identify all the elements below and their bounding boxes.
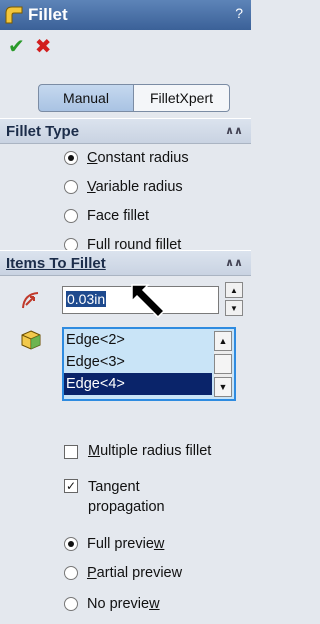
radio-button-icon[interactable] [64,151,78,165]
cancel-x-icon[interactable]: ✖ [35,37,52,57]
help-button[interactable]: ? [235,5,243,21]
list-item[interactable]: Edge<2> [64,329,234,351]
radio-partial-preview[interactable]: Partial preview [64,565,182,581]
collapse-chevron-icon[interactable]: ∧∧ [225,124,243,137]
edges-scrollbar[interactable]: ▲ ▼ [214,331,232,397]
edges-list[interactable]: Edge<2> Edge<3> Edge<4> ▲ ▼ [62,327,236,401]
scroll-down-icon[interactable]: ▼ [214,377,232,397]
radio-label: Partial preview [87,565,183,581]
tab-filletxpert[interactable]: FilletXpert [134,84,230,112]
section-title: Fillet Type [6,122,80,140]
radius-value: 0.03in [66,291,107,307]
checkbox-label: Multiple radius fillet [88,443,212,459]
radio-label: Full preview [87,536,165,552]
radio-button-icon[interactable] [64,537,78,551]
items-to-fillet-header[interactable]: Items To Fillet ∧∧ [0,250,251,276]
spin-down-icon[interactable]: ▼ [225,300,243,316]
radio-face-fillet[interactable]: Face fillet [64,208,149,224]
radio-button-icon[interactable] [64,209,78,223]
radio-label: No preview [87,596,160,612]
edges-selection-icon [20,329,42,354]
multiple-radius-fillet-option[interactable]: Multiple radius fillet [64,443,211,459]
radio-button-icon[interactable] [64,597,78,611]
radio-no-preview[interactable]: No preview [64,596,160,612]
page-title: Fillet [28,5,68,24]
fillet-feature-icon [4,5,24,25]
ok-cancel-bar: ✔ ✖ [8,34,52,60]
ok-checkmark-icon[interactable]: ✔ [8,37,25,57]
checkbox[interactable] [64,445,78,459]
tab-manual[interactable]: Manual [38,84,134,112]
checkbox-checked[interactable]: ✓ [64,479,78,493]
radio-button-icon[interactable] [64,566,78,580]
radius-icon [20,288,44,315]
property-manager-title-bar: Fillet ? [0,0,251,30]
collapse-chevron-icon[interactable]: ∧∧ [225,256,243,269]
radius-spinner[interactable]: ▲ ▼ [225,282,243,316]
list-item-selected[interactable]: Edge<4> [64,373,212,395]
checkbox-label: Tangent propagation [88,479,165,515]
radio-label: Variable radius [87,179,183,195]
radio-label: Face fillet [87,208,150,224]
mouse-pointer-arrow-icon [126,277,174,325]
radio-label: Constant radius [87,150,189,166]
spin-up-icon[interactable]: ▲ [225,282,243,298]
scroll-up-icon[interactable]: ▲ [214,331,232,351]
section-title: Items To Fillet [6,254,106,272]
radio-constant-radius[interactable]: Constant radius [64,150,189,166]
radio-full-preview[interactable]: Full preview [64,536,164,552]
radio-variable-radius[interactable]: Variable radius [64,179,183,195]
mode-tabs: Manual FilletXpert [38,84,230,112]
tangent-propagation-option[interactable]: ✓ Tangent propagation [64,477,165,517]
scroll-thumb[interactable] [214,354,232,374]
fillet-type-header[interactable]: Fillet Type ∧∧ [0,118,251,144]
list-item[interactable]: Edge<3> [64,351,234,373]
radio-button-icon[interactable] [64,180,78,194]
